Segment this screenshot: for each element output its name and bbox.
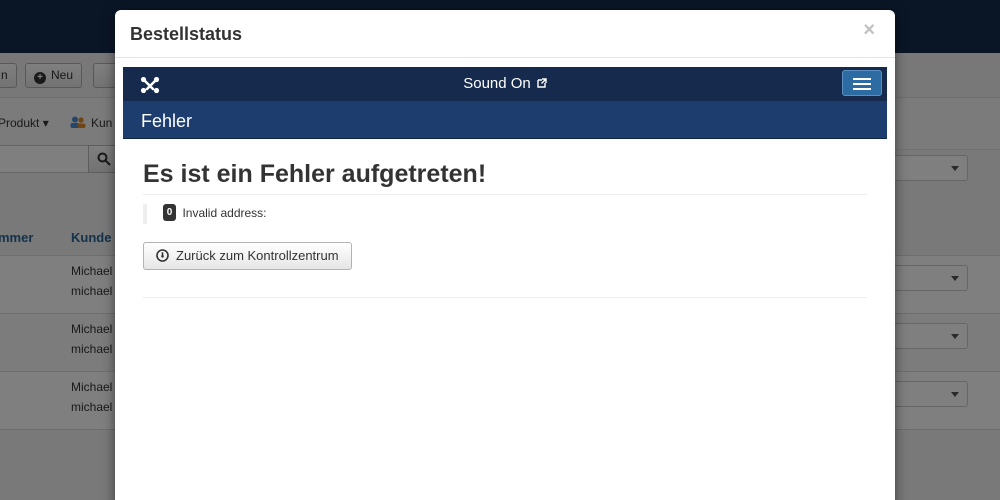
error-message: Invalid address: <box>182 205 267 220</box>
site-link[interactable]: Sound On <box>123 75 887 92</box>
menu-toggle-button[interactable] <box>842 70 882 96</box>
back-button-label: Zurück zum Kontrollzentrum <box>176 248 339 263</box>
external-link-icon <box>537 78 547 88</box>
error-code-badge: 0 <box>163 204 176 222</box>
divider <box>143 297 867 298</box>
order-status-modal: Bestellstatus × Sound On Fehler Es ist e… <box>115 10 895 500</box>
divider <box>143 194 867 195</box>
error-message-block: 0 Invalid address: <box>143 204 267 224</box>
site-navbar: Sound On <box>123 67 887 101</box>
hamburger-line <box>853 78 871 80</box>
error-heading: Es ist ein Fehler aufgetreten! <box>143 160 487 188</box>
modal-header: Bestellstatus × <box>115 10 895 58</box>
hamburger-line <box>853 88 871 90</box>
back-to-control-panel-button[interactable]: Zurück zum Kontrollzentrum <box>143 242 352 270</box>
site-name: Sound On <box>463 75 531 92</box>
dashboard-icon <box>156 249 169 262</box>
hamburger-line <box>853 83 871 85</box>
close-icon[interactable]: × <box>863 19 875 42</box>
modal-title: Bestellstatus <box>130 24 243 44</box>
subheader-title: Fehler <box>141 111 193 131</box>
page-subheader: Fehler <box>123 101 887 139</box>
modal-content-frame: Sound On Fehler Es ist ein Fehler aufget… <box>123 67 887 500</box>
